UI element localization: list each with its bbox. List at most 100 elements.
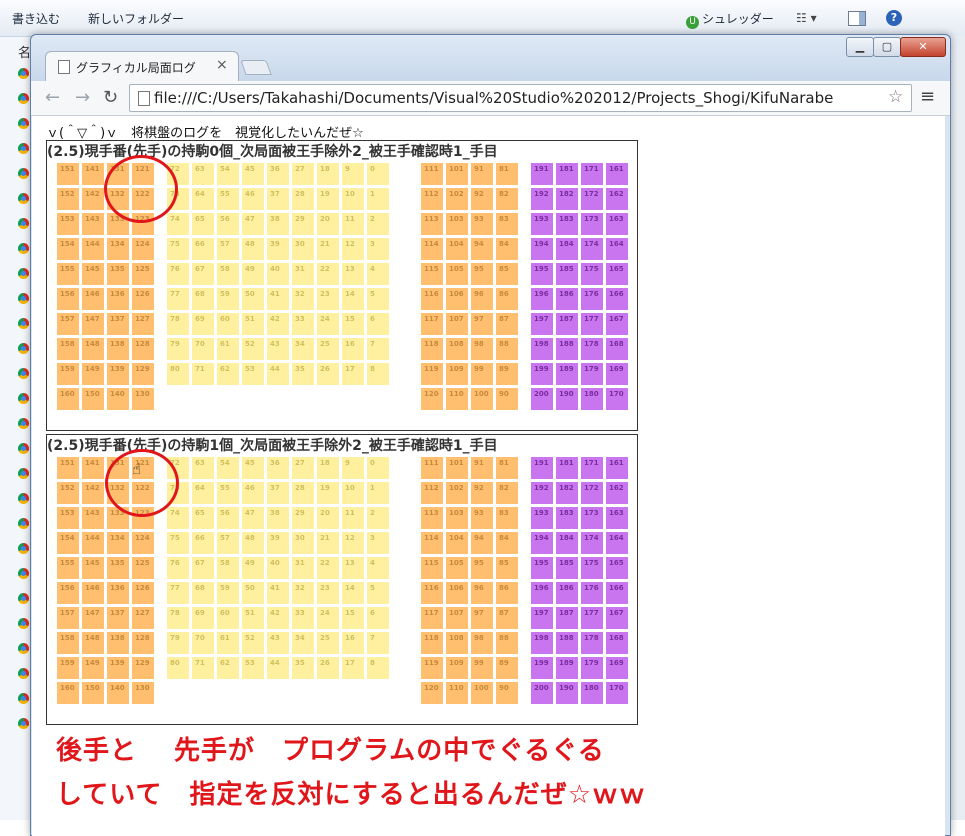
board-square: 165 bbox=[606, 557, 628, 579]
board-square: 34 bbox=[292, 338, 314, 360]
highlight-circle bbox=[105, 449, 179, 517]
board-square: 134 bbox=[107, 238, 129, 260]
board-square: 127 bbox=[132, 313, 154, 335]
board-square: 96 bbox=[471, 582, 493, 604]
minimize-button[interactable]: ▁ bbox=[846, 37, 874, 57]
board-square: 116 bbox=[421, 288, 443, 310]
board-square: 57 bbox=[217, 238, 239, 260]
board-square: 88 bbox=[496, 338, 518, 360]
board-square: 120 bbox=[421, 388, 443, 410]
board-square: 190 bbox=[556, 388, 578, 410]
board-square: 111 bbox=[421, 163, 443, 185]
board-square: 98 bbox=[471, 632, 493, 654]
close-icon[interactable]: × bbox=[216, 57, 228, 73]
note-line: 後手と 先手が プログラムの中でぐるぐる bbox=[56, 736, 605, 766]
board-square: 16 bbox=[342, 632, 364, 654]
preview-pane-icon[interactable] bbox=[848, 11, 866, 26]
menu-icon[interactable]: ≡ bbox=[920, 86, 935, 107]
maximize-button[interactable]: ▢ bbox=[873, 37, 901, 57]
board-square: 44 bbox=[267, 363, 289, 385]
board-square: 163 bbox=[606, 213, 628, 235]
tab-graphical-log[interactable]: グラフィカル局面ログ × bbox=[45, 51, 239, 82]
back-arrow-icon[interactable]: ← bbox=[45, 87, 60, 108]
view-options-icon[interactable]: ☷ ▾ bbox=[796, 11, 817, 25]
board-square: 196 bbox=[531, 582, 553, 604]
bookmark-star-icon[interactable]: ☆ bbox=[888, 87, 903, 107]
board-square: 176 bbox=[581, 582, 603, 604]
board-square: 140 bbox=[107, 682, 129, 704]
board-square: 117 bbox=[421, 313, 443, 335]
board-square: 19 bbox=[317, 188, 339, 210]
board-square: 101 bbox=[446, 457, 468, 479]
file-icon bbox=[138, 91, 150, 106]
board-square: 15 bbox=[342, 313, 364, 335]
board-square: 194 bbox=[531, 532, 553, 554]
board-square: 86 bbox=[496, 582, 518, 604]
board-square: 6 bbox=[367, 607, 389, 629]
board-square: 93 bbox=[471, 213, 493, 235]
new-folder-button[interactable]: 新しいフォルダー bbox=[88, 10, 184, 27]
board-square: 162 bbox=[606, 482, 628, 504]
board-square: 189 bbox=[556, 657, 578, 679]
board-square: 153 bbox=[57, 213, 79, 235]
burn-button[interactable]: 書き込む bbox=[12, 10, 60, 27]
board-square: 47 bbox=[242, 507, 264, 529]
board-square: 51 bbox=[242, 607, 264, 629]
board-square: 45 bbox=[242, 457, 264, 479]
board-square: 9 bbox=[342, 163, 364, 185]
board-square: 138 bbox=[107, 632, 129, 654]
board-square: 184 bbox=[556, 238, 578, 260]
board-square: 59 bbox=[217, 288, 239, 310]
board-square: 186 bbox=[556, 288, 578, 310]
board-square: 96 bbox=[471, 288, 493, 310]
board-square: 164 bbox=[606, 532, 628, 554]
board-square: 127 bbox=[132, 607, 154, 629]
board-square: 138 bbox=[107, 338, 129, 360]
board-square: 80 bbox=[167, 363, 189, 385]
board-square: 141 bbox=[82, 457, 104, 479]
board-square: 7 bbox=[367, 338, 389, 360]
board-square: 179 bbox=[581, 657, 603, 679]
chrome-file-icon bbox=[18, 318, 29, 329]
board-square: 5 bbox=[367, 582, 389, 604]
board-square: 116 bbox=[421, 582, 443, 604]
board-square: 113 bbox=[421, 507, 443, 529]
board-square: 30 bbox=[292, 532, 314, 554]
close-window-button[interactable]: ✕ bbox=[900, 37, 946, 57]
board-square: 11 bbox=[342, 507, 364, 529]
board-square: 13 bbox=[342, 263, 364, 285]
shredder-button[interactable]: U シュレッダー bbox=[686, 10, 774, 29]
board-square: 164 bbox=[606, 238, 628, 260]
board-square: 45 bbox=[242, 163, 264, 185]
board-square: 48 bbox=[242, 532, 264, 554]
board-square: 41 bbox=[267, 582, 289, 604]
board-square: 134 bbox=[107, 532, 129, 554]
board-square: 112 bbox=[421, 482, 443, 504]
help-icon[interactable]: ? bbox=[886, 10, 902, 26]
board-square: 75 bbox=[167, 532, 189, 554]
forward-arrow-icon[interactable]: → bbox=[75, 87, 90, 108]
board-square: 173 bbox=[581, 213, 603, 235]
board-square: 33 bbox=[292, 607, 314, 629]
board-square: 103 bbox=[446, 507, 468, 529]
reload-icon[interactable]: ↻ bbox=[103, 87, 118, 108]
board-square: 74 bbox=[167, 507, 189, 529]
board-square: 89 bbox=[496, 657, 518, 679]
new-tab-button[interactable] bbox=[240, 60, 272, 75]
board-square: 92 bbox=[471, 188, 493, 210]
board-square: 198 bbox=[531, 338, 553, 360]
board-square: 1 bbox=[367, 482, 389, 504]
board-square: 13 bbox=[342, 557, 364, 579]
board-square: 65 bbox=[192, 507, 214, 529]
board-square: 42 bbox=[267, 607, 289, 629]
board-square: 36 bbox=[267, 457, 289, 479]
board-square: 107 bbox=[446, 313, 468, 335]
board-square: 66 bbox=[192, 532, 214, 554]
board-square: 24 bbox=[317, 607, 339, 629]
board-square: 55 bbox=[217, 482, 239, 504]
chrome-file-icon bbox=[18, 618, 29, 629]
address-url[interactable]: file:///C:/Users/Takahashi/Documents/Vis… bbox=[154, 89, 884, 107]
board-square: 4 bbox=[367, 557, 389, 579]
address-bar[interactable]: file:///C:/Users/Takahashi/Documents/Vis… bbox=[129, 84, 912, 112]
chrome-file-icon bbox=[18, 193, 29, 204]
